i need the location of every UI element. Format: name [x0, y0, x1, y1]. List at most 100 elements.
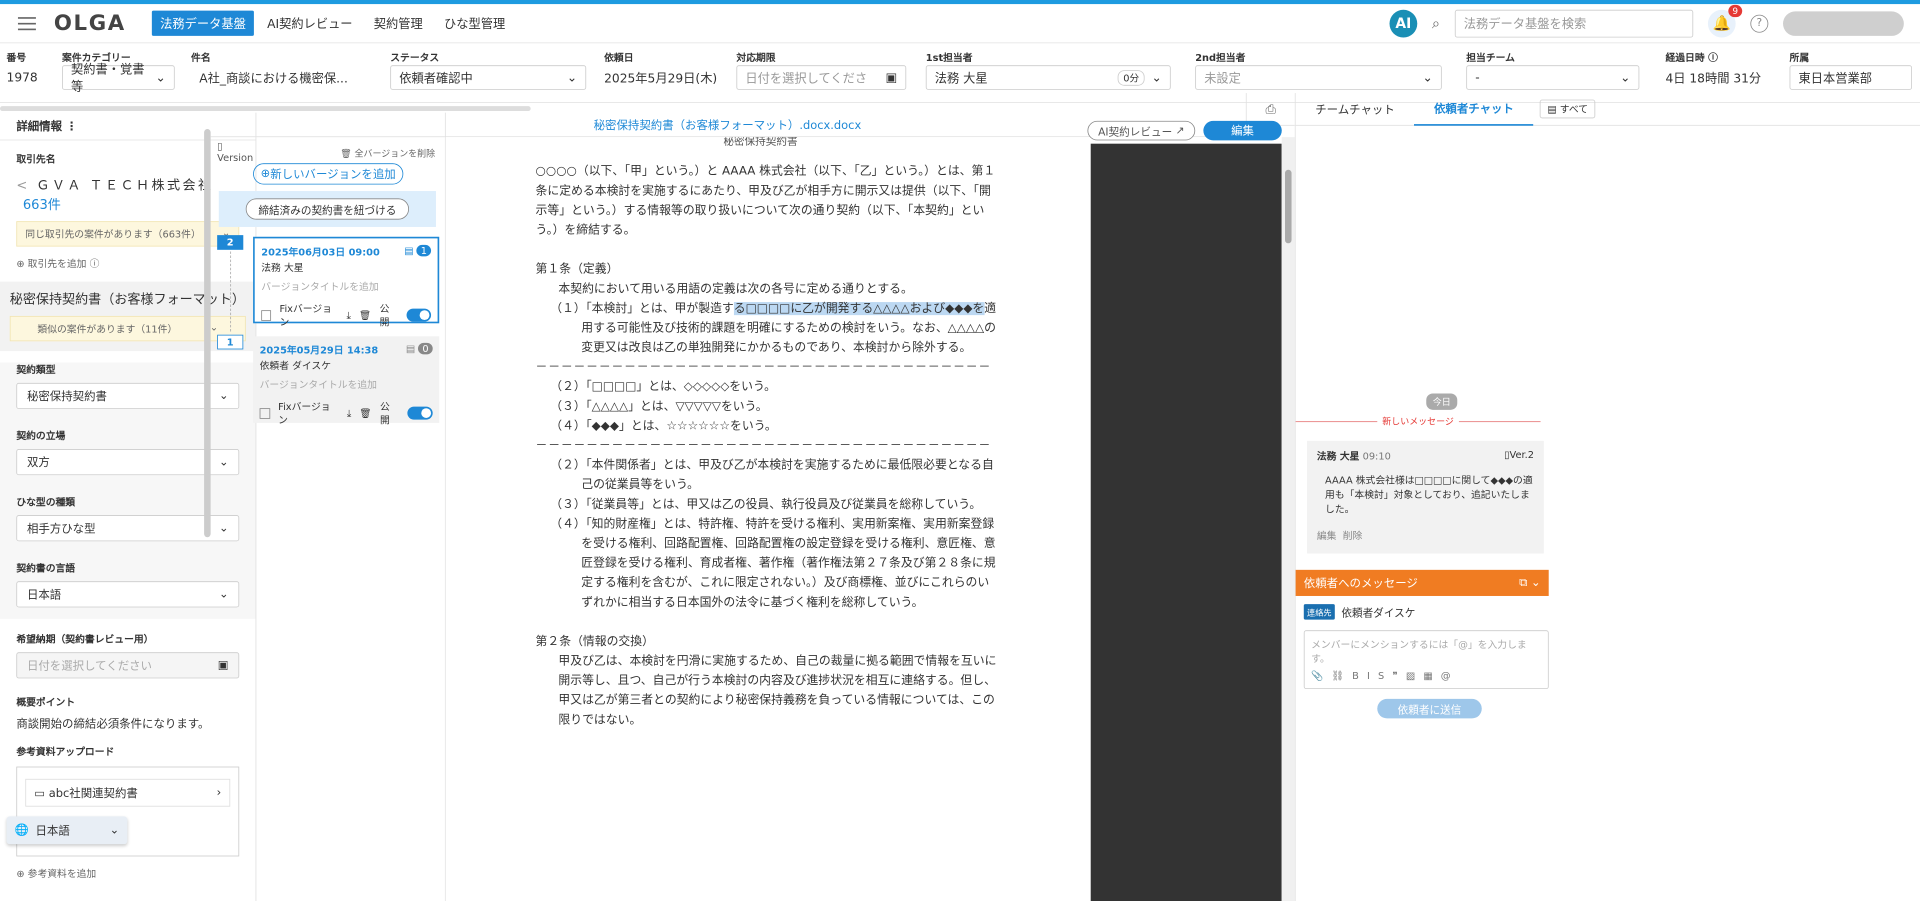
expand-icon[interactable]: ⧉	[1519, 576, 1527, 589]
delete-all-versions[interactable]: 🗑 全バージョンを削除	[340, 147, 435, 160]
document-heading: 秘密保持契約書	[723, 137, 798, 148]
definition-2b: （２）「本件関係者」とは、甲及び乙が本検討を実施するために最低限必要となる自己の…	[550, 458, 994, 492]
chevron-down-icon: ⌄	[109, 823, 120, 837]
comment-icon[interactable]: ▤ 0	[406, 342, 433, 357]
language-switcher[interactable]: 🌐 日本語 ⌄	[6, 816, 128, 845]
today-divider: 今日	[1426, 393, 1458, 410]
category-select[interactable]: 契約書・覚書等 ⌄	[62, 62, 175, 94]
dept-label: 所属	[1789, 52, 1810, 64]
summary-text: 商談開始の締結必須条件になります。	[16, 717, 210, 731]
italic-icon[interactable]: I	[1367, 670, 1370, 681]
document-scrollbar[interactable]	[1281, 137, 1295, 901]
folder-item[interactable]: ▭ abc社関連契約書 ›	[25, 778, 231, 807]
tab-team-chat[interactable]: チームチャット	[1296, 93, 1415, 126]
first-assignee-select[interactable]: 法務 大星 0分 ⌄	[925, 65, 1171, 90]
deadline-picker[interactable]: 日付を選択してくださ ▣	[736, 65, 907, 90]
ai-review-button[interactable]: AI契約レビュー ↗	[1087, 120, 1196, 141]
global-search-input[interactable]: 法務データ基盤を検索	[1454, 9, 1694, 38]
nav-template-mgmt[interactable]: ひな型管理	[436, 11, 514, 36]
link-contract-button[interactable]: 締結済みの契約書を紐づける	[246, 198, 409, 220]
dept-select[interactable]: 東日本営業部	[1789, 65, 1913, 90]
version-tag[interactable]: ▯Ver.2	[1504, 449, 1534, 463]
chevron-down-icon: ⌄	[1620, 70, 1631, 85]
version-card-2[interactable]: 2025年06月03日 09:00 ▤ 1 法務 大星 バージョンタイトルを追加 …	[253, 236, 440, 328]
second-assignee-placeholder: 未設定	[1204, 70, 1241, 86]
nav-legal-data[interactable]: 法務データ基盤	[151, 10, 255, 36]
team-select[interactable]: - ⌄	[1466, 65, 1640, 90]
version-date: 2025年05月29日 14:38	[259, 344, 379, 356]
version-title-input[interactable]: バージョンタイトルを追加	[260, 377, 433, 391]
download-icon[interactable]: ⤓	[347, 309, 351, 321]
trash-icon[interactable]: 🗑	[359, 407, 371, 418]
definition-3a: （３）「△△△△」とは、▽▽▽▽▽をいう。	[550, 400, 768, 414]
edit-button[interactable]: 編集	[1203, 120, 1282, 141]
chevron-down-icon: ⌄	[155, 70, 166, 85]
all-button[interactable]: ▤ すべて	[1539, 99, 1596, 119]
trash-icon[interactable]: 🗑	[359, 309, 371, 320]
language-label: 契約書の言語	[16, 562, 76, 574]
add-version-button[interactable]: ⊕ 新しいバージョンを追加	[253, 163, 404, 185]
download-icon[interactable]: ⤓	[347, 407, 351, 419]
version-number-1: 1	[217, 334, 244, 350]
fix-version-label: Fixバージョン	[279, 302, 332, 329]
tab-requester-chat[interactable]: 依頼者チャット	[1414, 93, 1534, 126]
second-assignee-select[interactable]: 未設定 ⌄	[1195, 65, 1442, 90]
fix-version-checkbox[interactable]	[259, 407, 270, 419]
add-reference-link[interactable]: ⊕ 参考資料を追加	[16, 866, 239, 880]
chat-message: 法務 大星 09:10 ▯Ver.2 AAAA 株式会社様は□□□□に関して◆◆◆…	[1307, 440, 1544, 554]
requester-message-header[interactable]: 依頼者へのメッセージ ⧉ ⌄	[1295, 569, 1549, 596]
number-label: 番号	[6, 52, 27, 64]
message-author: 法務 大星	[1316, 450, 1360, 463]
language-select[interactable]: 日本語 ⌄	[16, 581, 240, 608]
horizontal-scrollbar[interactable]	[0, 106, 531, 112]
nav-contract-mgmt[interactable]: 契約管理	[366, 11, 431, 36]
help-icon[interactable]: ?	[1750, 14, 1769, 33]
public-label: 公開	[379, 302, 390, 329]
version-title-input[interactable]: バージョンタイトルを追加	[261, 279, 431, 293]
chevron-down-icon: ⌄	[1151, 70, 1162, 85]
user-menu[interactable]	[1783, 11, 1904, 36]
nav-ai-review[interactable]: AI契約レビュー	[259, 11, 361, 36]
contact-tag: 連絡先	[1303, 604, 1335, 620]
viewer-dark-area	[1090, 143, 1282, 901]
ai-icon[interactable]: ▦	[1423, 670, 1432, 681]
public-label: 公開	[380, 400, 390, 427]
document-body[interactable]: ○○○○（以下、「甲」という。）と AAAA 株式会社（以下、「乙」という。）と…	[536, 162, 1001, 730]
version-card-1[interactable]: 2025年05月29日 14:38 ▤ 0 依頼者 ダイスケ バージョンタイトルを…	[253, 336, 440, 426]
ai-assistant-button[interactable]: AI	[1389, 9, 1418, 38]
more-icon[interactable]: ⋮	[66, 120, 77, 133]
due-date-picker[interactable]: 日付を選択してください ▣	[16, 652, 240, 679]
public-toggle[interactable]	[407, 406, 433, 420]
status-label: ステータス	[390, 52, 440, 64]
comment-icon[interactable]: ▤ 1	[404, 244, 432, 259]
title-value[interactable]: A社_商談における機密保...	[191, 65, 348, 89]
public-toggle[interactable]	[406, 308, 432, 322]
image-icon[interactable]: ▨	[1406, 670, 1415, 681]
document-viewer: 秘密保持契約書 ○○○○（以下、「甲」という。）と AAAA 株式会社（以下、「…	[445, 137, 1282, 901]
app-logo[interactable]: OLGA	[54, 11, 126, 35]
attach-icon[interactable]: 📎	[1311, 670, 1323, 681]
send-to-requester-button[interactable]: 依頼者に送信	[1377, 698, 1482, 719]
mention-icon[interactable]: @	[1441, 670, 1451, 681]
category-value: 契約書・覚書等	[71, 62, 145, 94]
contact-row: 連絡先 依頼者ダイスケ	[1303, 604, 1415, 620]
bold-icon[interactable]: B	[1352, 670, 1359, 681]
notification-bell-icon[interactable]: 🔔 9	[1707, 4, 1743, 38]
partner-count[interactable]: 663件	[23, 197, 61, 213]
message-input[interactable]: メンバーにメンションするには「@」を入力します。 📎 ⛓ B I S ❞ ▨ ▦ @	[1303, 630, 1549, 690]
link-icon[interactable]: ⛓	[1332, 670, 1344, 681]
chat-panel: チームチャット 依頼者チャット ▤ すべて 今日 新しいメッセージ 法務 大星 …	[1294, 93, 1920, 901]
menu-icon[interactable]	[17, 16, 36, 30]
version-number-2: 2	[217, 235, 244, 250]
status-select[interactable]: 依頼者確認中 ⌄	[390, 65, 587, 90]
quote-icon[interactable]: ❞	[1392, 670, 1397, 681]
search-person-icon[interactable]: ⌕	[1432, 15, 1440, 32]
strike-icon[interactable]: S	[1378, 670, 1384, 681]
fix-version-checkbox[interactable]	[261, 309, 272, 321]
delete-message-link[interactable]: 削除	[1343, 530, 1363, 541]
chevron-down-icon[interactable]: ⌄	[1531, 576, 1541, 589]
edit-message-link[interactable]: 編集	[1317, 530, 1337, 541]
scroll-thumb[interactable]	[1285, 169, 1292, 244]
highlighted-text[interactable]: る□□□□に乙が開発する△△△△および◆◆◆を	[733, 302, 985, 316]
title-label: 件名	[191, 52, 211, 64]
